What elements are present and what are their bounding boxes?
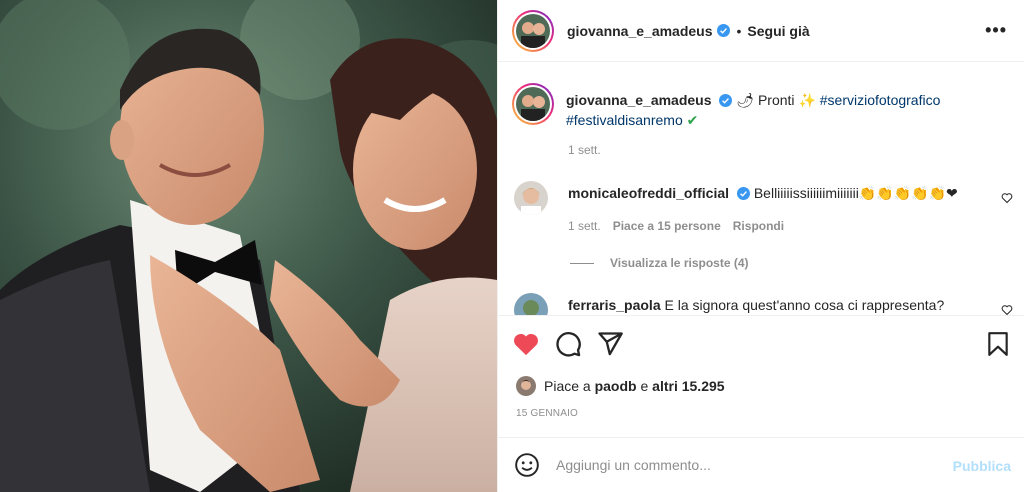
follow-status-button[interactable]: Segui già: [747, 23, 809, 39]
verified-icon: [716, 24, 730, 37]
bookmark-icon[interactable]: [985, 330, 1011, 358]
author-avatar[interactable]: [512, 9, 554, 52]
check-emoji: ✔: [686, 112, 699, 128]
comment-icon[interactable]: [554, 330, 582, 358]
avatar-image: [516, 376, 536, 396]
caption-time: 1 sett.: [568, 143, 601, 157]
share-icon[interactable]: [596, 330, 624, 358]
caption: giovanna_e_amadeus 🌶 Pronti ✨ #serviziof…: [512, 83, 986, 130]
comment-like-icon[interactable]: [1001, 192, 1013, 204]
sparkles-emoji: ✨: [798, 92, 816, 108]
pepper-emoji: 🌶: [736, 92, 755, 108]
hashtag-serviziofotografico[interactable]: #serviziofotografico: [820, 92, 941, 108]
heart-icon[interactable]: [512, 330, 540, 358]
emoji-icon[interactable]: [514, 452, 540, 478]
comment-time: 1 sett.: [568, 219, 601, 233]
author-username[interactable]: giovanna_e_amadeus: [567, 23, 713, 39]
photo-illustration: [0, 0, 497, 492]
caption-body: Pronti: [757, 92, 795, 108]
comment-meta: 1 sett. Piace a 15 persone Rispondi: [568, 219, 796, 233]
replies-divider: [570, 262, 594, 264]
likes-prefix: Piace a: [544, 378, 591, 394]
likes-others[interactable]: altri 15.295: [652, 378, 724, 394]
avatar-image: [514, 181, 548, 215]
publish-button[interactable]: Pubblica: [953, 458, 1011, 474]
post-date: 15 GENNAIO: [516, 408, 579, 419]
post-panel: giovanna_e_amadeus • Segui già ••• giova…: [497, 0, 1024, 492]
comment-item: monicaleofreddi_official Belliiiiissiiii…: [514, 181, 958, 215]
caption-avatar[interactable]: [512, 83, 554, 125]
reply-button[interactable]: Rispondi: [733, 219, 784, 233]
likes-user[interactable]: paodb: [595, 378, 637, 394]
commenter-avatar[interactable]: [514, 293, 548, 315]
comment-text: E la signora quest'anno cosa ci rapprese…: [664, 297, 945, 313]
likes-summary[interactable]: Piace a paodb e altri 15.295: [516, 376, 725, 396]
commenter-avatar[interactable]: [514, 181, 548, 215]
avatar-image: [516, 87, 550, 121]
verified-icon: [736, 187, 750, 200]
add-comment-bar: Pubblica: [498, 437, 1024, 492]
view-replies-button[interactable]: Visualizza le risposte (4): [570, 256, 749, 270]
post-actions: Piace a paodb e altri 15.295 15 GENNAIO: [498, 315, 1024, 437]
commenter-username[interactable]: ferraris_paola: [568, 297, 661, 313]
post-header: giovanna_e_amadeus • Segui già •••: [498, 0, 1024, 62]
commenter-username[interactable]: monicaleofreddi_official: [568, 185, 729, 201]
caption-username[interactable]: giovanna_e_amadeus: [566, 92, 712, 108]
verified-icon: [719, 94, 733, 107]
avatar-image: [514, 293, 548, 315]
avatar-image: [516, 13, 550, 48]
hashtag-festivaldisanremo[interactable]: #festivaldisanremo: [566, 112, 683, 128]
likes-middle: e: [640, 378, 649, 394]
more-icon[interactable]: •••: [985, 20, 1007, 41]
view-replies-label: Visualizza le risposte (4): [610, 256, 749, 270]
liker-avatar: [516, 376, 536, 396]
separator-dot: •: [736, 22, 742, 39]
comment-input[interactable]: [556, 457, 926, 473]
comment-like-icon[interactable]: [1001, 304, 1013, 315]
comment-likes[interactable]: Piace a 15 persone: [613, 219, 721, 233]
post-photo[interactable]: [0, 0, 497, 492]
comment-item: ferraris_paola E la signora quest'anno c…: [514, 293, 944, 315]
comments-list[interactable]: giovanna_e_amadeus 🌶 Pronti ✨ #serviziof…: [498, 63, 1024, 315]
comment-text: Belliiiiissiiiiiimiiiiiii👏👏👏👏👏❤: [753, 185, 958, 201]
caption-text: giovanna_e_amadeus 🌶 Pronti ✨ #serviziof…: [566, 83, 986, 130]
